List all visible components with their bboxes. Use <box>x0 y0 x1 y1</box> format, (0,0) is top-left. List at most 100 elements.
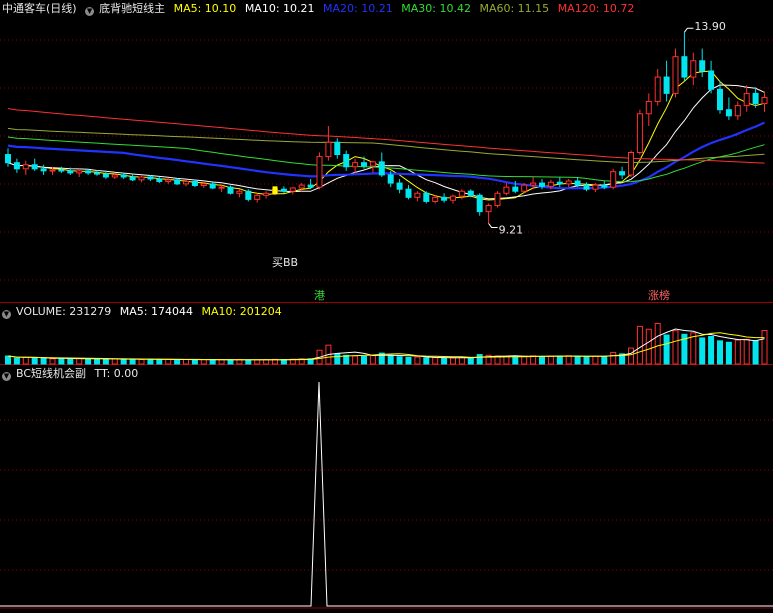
volume-bar <box>636 325 643 365</box>
volume-bar <box>565 355 572 365</box>
candle-body <box>565 180 572 185</box>
volume-bar <box>556 355 563 365</box>
candle-body <box>22 164 29 170</box>
candle-body <box>467 190 474 196</box>
candle-body <box>378 161 385 176</box>
candle-body <box>165 179 172 182</box>
candle-body <box>423 192 430 202</box>
candle-body <box>254 194 261 200</box>
candle-body <box>752 92 759 105</box>
chart-canvas[interactable]: 13.90 9.21 买BB 港 涨榜 <box>0 0 773 613</box>
volume-bar <box>369 355 376 365</box>
candle-body <box>120 174 127 178</box>
volume-bar <box>717 340 723 365</box>
candle-body <box>76 170 83 174</box>
candle-body <box>343 154 350 168</box>
candle-body <box>191 180 198 187</box>
volume-bar <box>734 339 741 365</box>
volume-bar <box>165 358 172 365</box>
candle-body <box>619 171 626 176</box>
volume-bar <box>111 358 118 365</box>
volume-bar <box>5 355 11 365</box>
volume-bar <box>458 356 465 365</box>
candle-body <box>654 76 661 103</box>
candle-body <box>574 180 581 186</box>
candle-body <box>316 156 323 188</box>
candle-body <box>147 176 154 180</box>
volume-bar <box>227 359 234 365</box>
candle-body <box>628 152 634 176</box>
volume-bar <box>67 358 74 365</box>
candle-body <box>414 192 421 198</box>
volume-bar <box>191 359 198 365</box>
candle-body <box>369 161 376 167</box>
volume-bar <box>539 355 545 365</box>
candle-body <box>183 180 189 185</box>
volume-bar <box>58 357 65 365</box>
volume-bar <box>708 335 715 365</box>
candle-body <box>200 183 207 187</box>
volume-bar <box>450 357 456 365</box>
candle-body <box>743 92 750 107</box>
volume-bar <box>218 359 225 365</box>
buy-signal-label: 买BB <box>272 256 298 269</box>
candle-body <box>129 176 136 181</box>
volume-bar <box>174 359 181 365</box>
candle-body <box>663 76 670 94</box>
candle-body <box>13 162 20 170</box>
candle-body <box>494 192 501 206</box>
candle-body <box>583 184 590 190</box>
candle-body <box>263 192 270 196</box>
volume-bar <box>663 334 670 365</box>
signal-candle <box>272 186 278 195</box>
volume-bar <box>200 359 207 365</box>
candle-body <box>289 187 296 192</box>
volume-bar <box>574 355 581 365</box>
candle-body <box>672 56 679 94</box>
candle-body <box>476 194 483 213</box>
candle-body <box>681 56 688 78</box>
candle-body <box>450 195 456 201</box>
volume-bar <box>352 355 359 365</box>
candle-body <box>636 113 643 154</box>
candle-body <box>40 168 47 172</box>
candle-body <box>725 109 732 117</box>
candle-body <box>156 178 163 182</box>
volume-bar <box>147 358 154 365</box>
candle-body <box>352 162 359 168</box>
candle-body <box>334 141 341 156</box>
volume-bar <box>761 330 768 365</box>
candle-body <box>58 169 65 172</box>
volume-bar <box>414 356 421 365</box>
volume-bar <box>654 322 661 365</box>
volume-bar <box>476 354 483 365</box>
candle-body <box>49 169 56 172</box>
volume-bar <box>129 358 136 365</box>
volume-bar <box>583 356 590 365</box>
volume-bar <box>405 356 412 365</box>
candle-body <box>717 88 723 111</box>
candle-body <box>734 105 741 117</box>
candle-body <box>601 184 608 188</box>
candle-body <box>530 182 537 186</box>
candle-body <box>539 182 545 187</box>
candle-body <box>396 182 403 190</box>
candle-body <box>485 205 492 213</box>
candle-body <box>458 190 465 197</box>
candle-body <box>102 173 109 178</box>
volume-bar <box>334 353 341 365</box>
volume-bar <box>49 358 56 365</box>
candle-body <box>405 188 412 198</box>
volume-bar <box>530 355 537 365</box>
candle-body <box>218 186 225 189</box>
candle-body <box>227 186 234 194</box>
volume-bar <box>245 359 252 365</box>
candle-body <box>761 96 768 105</box>
ma60-line <box>7 127 765 164</box>
volume-bar <box>343 354 350 365</box>
volume-bar <box>752 340 759 365</box>
candle-body <box>432 196 439 202</box>
candle-body <box>556 181 563 185</box>
volume-bar <box>40 357 47 365</box>
volume-bar <box>263 359 270 365</box>
